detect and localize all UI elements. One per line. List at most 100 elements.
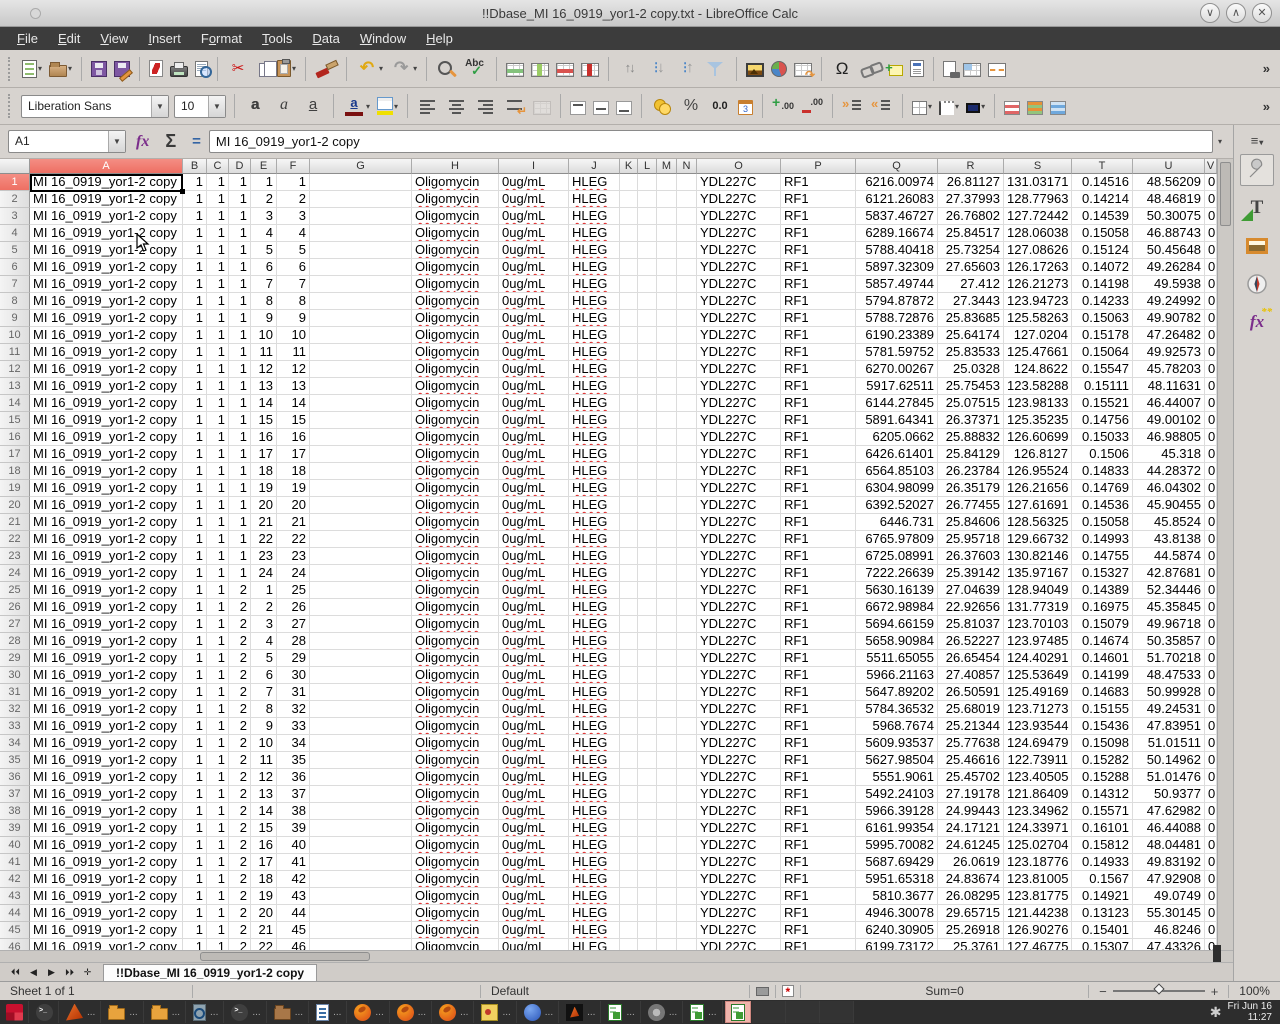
selection-mode-icon[interactable] bbox=[756, 987, 769, 996]
cell[interactable]: MI 16_0919_yor1-2 copy bbox=[30, 293, 183, 310]
cond2-button[interactable] bbox=[1024, 91, 1046, 121]
cell[interactable]: 1 bbox=[207, 871, 229, 888]
cell[interactable]: 26.37371 bbox=[938, 412, 1004, 429]
cell[interactable]: 45.35845 bbox=[1133, 599, 1205, 616]
cell[interactable] bbox=[638, 429, 657, 446]
cell[interactable]: HLEG bbox=[569, 514, 620, 531]
cell[interactable] bbox=[620, 786, 638, 803]
cell[interactable]: HLEG bbox=[569, 888, 620, 905]
cell[interactable] bbox=[677, 820, 697, 837]
cell[interactable]: YDL227C bbox=[697, 395, 781, 412]
cell[interactable]: 0.14199 bbox=[1072, 667, 1133, 684]
cell[interactable]: 29.65715 bbox=[938, 905, 1004, 922]
row-header[interactable]: 2 bbox=[0, 191, 30, 208]
cell[interactable] bbox=[638, 820, 657, 837]
cell[interactable]: Oligomycin bbox=[412, 293, 499, 310]
cell[interactable]: 2 bbox=[229, 752, 251, 769]
cell[interactable] bbox=[677, 565, 697, 582]
cell[interactable]: RF1 bbox=[781, 344, 856, 361]
cell[interactable]: 0ug/mL bbox=[499, 820, 569, 837]
cell[interactable]: 0.15063 bbox=[1072, 310, 1133, 327]
cell[interactable]: RF1 bbox=[781, 820, 856, 837]
cell[interactable]: 48.47533 bbox=[1133, 667, 1205, 684]
cell[interactable]: Oligomycin bbox=[412, 922, 499, 939]
cell[interactable]: 51.01511 bbox=[1133, 735, 1205, 752]
cell[interactable] bbox=[620, 174, 638, 191]
cell[interactable]: 15 bbox=[251, 412, 277, 429]
menu-format[interactable]: Format bbox=[192, 29, 251, 48]
matlab-window[interactable]: ... bbox=[61, 1001, 101, 1023]
cell[interactable]: 26.23784 bbox=[938, 463, 1004, 480]
cell[interactable] bbox=[657, 208, 677, 225]
function-wizard-icon[interactable]: fx bbox=[128, 133, 157, 151]
cell[interactable]: 0.15124 bbox=[1072, 242, 1133, 259]
cell[interactable]: 0. bbox=[1205, 735, 1217, 752]
cell[interactable]: 0ug/mL bbox=[499, 497, 569, 514]
cell[interactable] bbox=[657, 497, 677, 514]
sidebar-tab-functions[interactable]: fx bbox=[1240, 306, 1274, 338]
cell[interactable] bbox=[657, 616, 677, 633]
cell[interactable]: 123.58288 bbox=[1004, 378, 1072, 395]
cell[interactable]: HLEG bbox=[569, 276, 620, 293]
cell[interactable]: YDL227C bbox=[697, 242, 781, 259]
cell[interactable]: 1 bbox=[207, 327, 229, 344]
cell[interactable] bbox=[310, 208, 412, 225]
cell[interactable]: 29 bbox=[277, 650, 310, 667]
cell[interactable]: 124.69479 bbox=[1004, 735, 1072, 752]
cell[interactable]: 50.45648 bbox=[1133, 242, 1205, 259]
cell[interactable]: HLEG bbox=[569, 548, 620, 565]
cell[interactable]: MI 16_0919_yor1-2 copy bbox=[30, 463, 183, 480]
cell[interactable]: 0ug/mL bbox=[499, 480, 569, 497]
cell[interactable]: 0.14833 bbox=[1072, 463, 1133, 480]
cell[interactable]: 1 bbox=[207, 208, 229, 225]
cell[interactable]: 50.35857 bbox=[1133, 633, 1205, 650]
cell[interactable]: 0. bbox=[1205, 820, 1217, 837]
cell[interactable]: 6 bbox=[277, 259, 310, 276]
cell[interactable]: RF1 bbox=[781, 395, 856, 412]
cell[interactable] bbox=[620, 361, 638, 378]
cell[interactable]: 6216.00974 bbox=[856, 174, 938, 191]
cell[interactable]: 26 bbox=[277, 599, 310, 616]
cell[interactable]: HLEG bbox=[569, 225, 620, 242]
cell[interactable]: YDL227C bbox=[697, 735, 781, 752]
column-header[interactable]: U bbox=[1133, 159, 1205, 174]
cell[interactable]: HLEG bbox=[569, 582, 620, 599]
cell[interactable]: 0ug/mL bbox=[499, 854, 569, 871]
document-modified-icon[interactable] bbox=[782, 985, 795, 997]
cell[interactable]: 27.37993 bbox=[938, 191, 1004, 208]
cell[interactable]: 0. bbox=[1205, 922, 1217, 939]
vertical-scrollbar-thumb[interactable] bbox=[1220, 162, 1231, 226]
cell[interactable]: 12 bbox=[251, 361, 277, 378]
cell[interactable] bbox=[310, 650, 412, 667]
cell[interactable]: 0ug/mL bbox=[499, 514, 569, 531]
cell[interactable]: 26.52227 bbox=[938, 633, 1004, 650]
cell[interactable] bbox=[310, 344, 412, 361]
cell[interactable] bbox=[657, 701, 677, 718]
cell[interactable]: YDL227C bbox=[697, 837, 781, 854]
cell[interactable]: 0ug/mL bbox=[499, 922, 569, 939]
cell[interactable] bbox=[677, 174, 697, 191]
vbottom-button[interactable] bbox=[613, 91, 635, 121]
cell[interactable]: 9 bbox=[251, 310, 277, 327]
cell[interactable]: 128.94049 bbox=[1004, 582, 1072, 599]
cell[interactable]: 38 bbox=[277, 803, 310, 820]
cell[interactable]: 1 bbox=[229, 361, 251, 378]
cell[interactable]: Oligomycin bbox=[412, 667, 499, 684]
cell[interactable]: MI 16_0919_yor1-2 copy bbox=[30, 259, 183, 276]
cell[interactable] bbox=[677, 854, 697, 871]
menu-view[interactable]: View bbox=[91, 29, 137, 48]
cell[interactable]: 1 bbox=[183, 412, 207, 429]
cell[interactable]: 1 bbox=[229, 429, 251, 446]
cell[interactable] bbox=[310, 531, 412, 548]
cell[interactable]: 5917.62511 bbox=[856, 378, 938, 395]
cell[interactable] bbox=[657, 888, 677, 905]
cell[interactable]: 1 bbox=[183, 905, 207, 922]
cell[interactable] bbox=[677, 888, 697, 905]
cell[interactable]: 46.44088 bbox=[1133, 820, 1205, 837]
cell[interactable]: 1 bbox=[183, 769, 207, 786]
row-header[interactable]: 29 bbox=[0, 650, 30, 667]
cell[interactable]: 1 bbox=[207, 650, 229, 667]
printarea-button[interactable] bbox=[940, 54, 959, 84]
cell[interactable] bbox=[620, 225, 638, 242]
cell[interactable]: HLEG bbox=[569, 412, 620, 429]
